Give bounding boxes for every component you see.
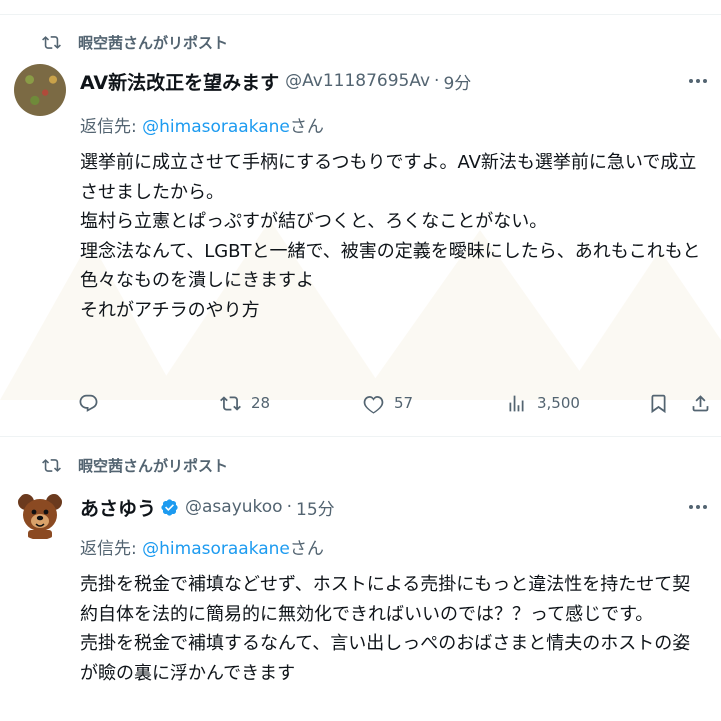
- repost-icon: [220, 395, 241, 411]
- action-bar: 28 57 3,500: [78, 390, 713, 416]
- tweet-text-line: 選挙前に成立させて手柄にするつもりですよ。AV新法も選挙前に急いで成立: [80, 152, 697, 173]
- share-icon: [692, 394, 709, 411]
- views-icon: [509, 395, 524, 411]
- reply-prefix: 返信先:: [80, 117, 143, 137]
- reply-mention-link[interactable]: @himasoraakane: [142, 117, 290, 137]
- tweet-text-line: させましたから。: [80, 181, 224, 203]
- dot-separator: ·: [434, 71, 440, 91]
- reply-context: 返信先: @himasoraakaneさん: [80, 534, 324, 559]
- like-count: 57: [394, 394, 414, 412]
- like-button[interactable]: 57: [363, 390, 413, 416]
- tweet[interactable]: 暇空茜さんがリポスト あさゆう @asayukoo · 15分 返信先: @hi…: [0, 436, 721, 721]
- dot-separator: ·: [286, 497, 292, 517]
- tweet-header: あさゆう @asayukoo · 15分: [80, 494, 335, 520]
- repost-button[interactable]: 28: [220, 390, 270, 416]
- repost-context[interactable]: 暇空茜さんがリポスト: [36, 453, 228, 477]
- reply-prefix: 返信先:: [80, 539, 143, 559]
- more-icon[interactable]: [689, 68, 707, 94]
- repost-label: 暇空茜さんがリポスト: [78, 33, 229, 52]
- tweet-text-line: それがアチラのやり方: [80, 299, 260, 321]
- repost-context[interactable]: 暇空茜さんがリポスト: [36, 30, 228, 54]
- user-handle[interactable]: @Av11187695Av: [285, 71, 430, 91]
- tweet-text-line: 約自体を法的に簡易的に無効化できればいいのでは？？って感じです。: [80, 603, 654, 625]
- tweet-text-line: が瞼の裏に浮かんできます: [80, 662, 296, 684]
- user-handle[interactable]: @asayukoo: [185, 497, 283, 517]
- tweet-text-line: 塩村ら立憲とぱっぷすが結びつくと、ろくなことがない。: [80, 211, 548, 232]
- avatar[interactable]: [14, 488, 66, 540]
- tweet-header: AV新法改正を望みます @Av11187695Av · 9分: [80, 68, 471, 94]
- bookmark-icon: [651, 394, 666, 413]
- reply-suffix: さん: [289, 117, 324, 137]
- views-count: 3,500: [537, 394, 580, 412]
- more-icon[interactable]: [689, 494, 707, 520]
- display-name[interactable]: あさゆう: [80, 494, 156, 521]
- tweet[interactable]: 暇空茜さんがリポスト AV新法改正を望みます @Av11187695Av · 9…: [0, 18, 721, 436]
- reply-context: 返信先: @himasoraakaneさん: [80, 112, 324, 137]
- bookmark-button[interactable]: [648, 390, 669, 416]
- reply-icon: [79, 394, 98, 412]
- timestamp[interactable]: 15分: [296, 495, 335, 520]
- dog-avatar-icon: [18, 494, 62, 539]
- views-button[interactable]: 3,500: [506, 390, 580, 416]
- top-divider: [0, 14, 721, 15]
- tweet-text: 売掛を税金で補填などせず、ホストによる売掛にもっと違法性を持たせて契 約自体を法…: [80, 570, 710, 688]
- timestamp[interactable]: 9分: [443, 69, 471, 94]
- repost-label: 暇空茜さんがリポスト: [78, 456, 229, 475]
- repost-count: 28: [251, 394, 271, 412]
- tweet-text: 選挙前に成立させて手柄にするつもりですよ。AV新法も選挙前に急いで成立 させまし…: [80, 148, 710, 325]
- reply-button[interactable]: [78, 390, 109, 416]
- reply-mention-link[interactable]: @himasoraakane: [142, 539, 290, 559]
- verified-badge-icon[interactable]: [160, 498, 179, 517]
- repost-icon: [36, 33, 66, 52]
- share-button[interactable]: [690, 390, 711, 416]
- avatar[interactable]: [14, 64, 66, 116]
- tweet-text-line: 売掛を税金で補填などせず、ホストによる売掛にもっと違法性を持たせて契: [80, 574, 691, 595]
- tweet-text-line: 売掛を税金で補填するなんて、言い出しっぺのおばさまと情夫のホストの姿: [80, 633, 691, 654]
- heart-icon: [363, 395, 384, 414]
- reply-suffix: さん: [289, 539, 324, 559]
- tweet-text-line: 理念法なんて、LGBTと一緒で、被害の定義を曖昧にしたら、あれもこれもと: [80, 240, 701, 262]
- tweet-text-line: 色々なものを潰しにきますよ: [80, 270, 314, 291]
- display-name[interactable]: AV新法改正を望みます: [80, 68, 279, 95]
- repost-icon: [36, 456, 66, 475]
